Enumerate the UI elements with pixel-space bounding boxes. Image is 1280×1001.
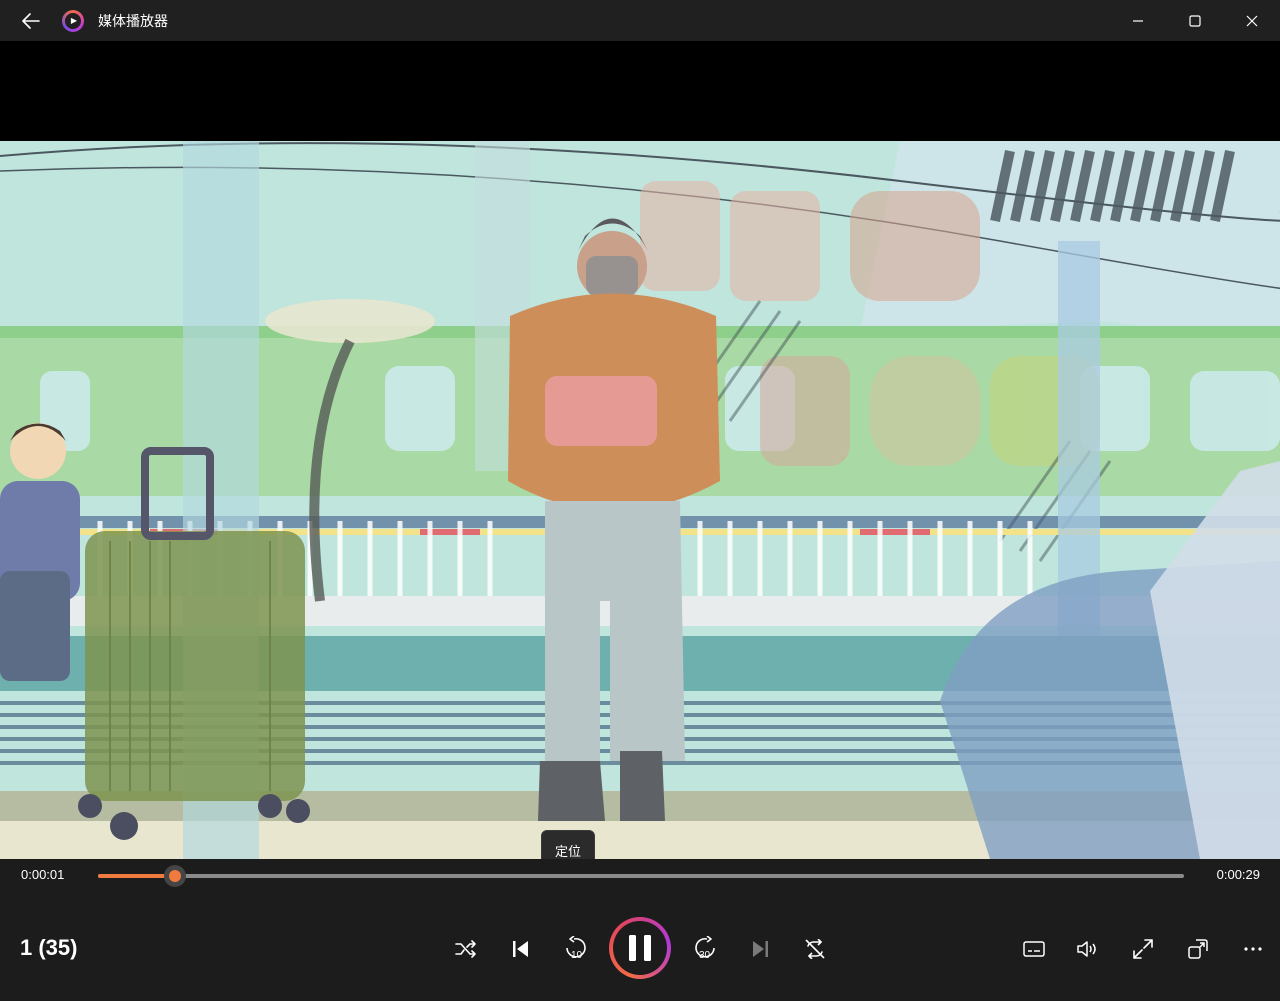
window-title: 媒体播放器 xyxy=(98,12,168,29)
window-controls xyxy=(1109,0,1280,41)
next-button[interactable] xyxy=(740,931,780,967)
mini-view-icon xyxy=(1188,939,1208,959)
fullscreen-icon xyxy=(1133,939,1153,959)
next-icon xyxy=(753,941,768,957)
more-options-button[interactable] xyxy=(1233,931,1273,967)
skip-forward-30-icon: 30 xyxy=(695,936,715,961)
repeat-button[interactable] xyxy=(795,931,835,967)
subtitles-button[interactable] xyxy=(1014,931,1054,967)
pause-button[interactable] xyxy=(609,917,671,979)
volume-button[interactable] xyxy=(1068,931,1108,967)
skip-forward-30-button[interactable]: 30 xyxy=(685,931,725,967)
back-arrow-icon xyxy=(22,12,40,29)
minimize-button[interactable] xyxy=(1109,0,1166,41)
shuffle-icon xyxy=(455,940,476,958)
previous-icon xyxy=(513,941,528,957)
back-button[interactable] xyxy=(0,0,62,41)
shuffle-button[interactable] xyxy=(446,931,486,967)
minimize-icon xyxy=(1132,19,1143,22)
title-bar: ▶ 媒体播放器 xyxy=(0,0,1280,41)
skip-back-10-icon: 10 xyxy=(566,936,586,961)
fullscreen-button[interactable] xyxy=(1123,931,1163,967)
current-time: 0:00:01 xyxy=(21,867,65,882)
svg-text:10: 10 xyxy=(571,950,583,961)
close-icon xyxy=(1246,15,1257,26)
skip-back-10-button[interactable]: 10 xyxy=(556,931,596,967)
svg-text:30: 30 xyxy=(699,950,711,961)
previous-button[interactable] xyxy=(501,931,541,967)
repeat-off-icon xyxy=(805,939,825,959)
more-icon xyxy=(1244,947,1262,951)
pause-icon xyxy=(629,935,651,961)
playback-controls: 0:00:01 0:00:29 1 (35) 10 30 xyxy=(0,859,1280,1001)
total-duration: 0:00:29 xyxy=(1216,867,1260,882)
mini-view-button[interactable] xyxy=(1178,931,1218,967)
seek-bar[interactable] xyxy=(98,865,1184,887)
video-frame[interactable] xyxy=(0,141,1280,859)
media-player-logo-icon: ▶ xyxy=(62,9,84,32)
subtitles-icon xyxy=(1023,941,1045,957)
volume-icon xyxy=(1077,941,1096,957)
maximize-button[interactable] xyxy=(1166,0,1223,41)
playlist-position: 1 (35) xyxy=(20,935,78,960)
close-button[interactable] xyxy=(1223,0,1280,41)
seek-thumb[interactable] xyxy=(164,865,187,887)
maximize-icon xyxy=(1188,14,1201,27)
